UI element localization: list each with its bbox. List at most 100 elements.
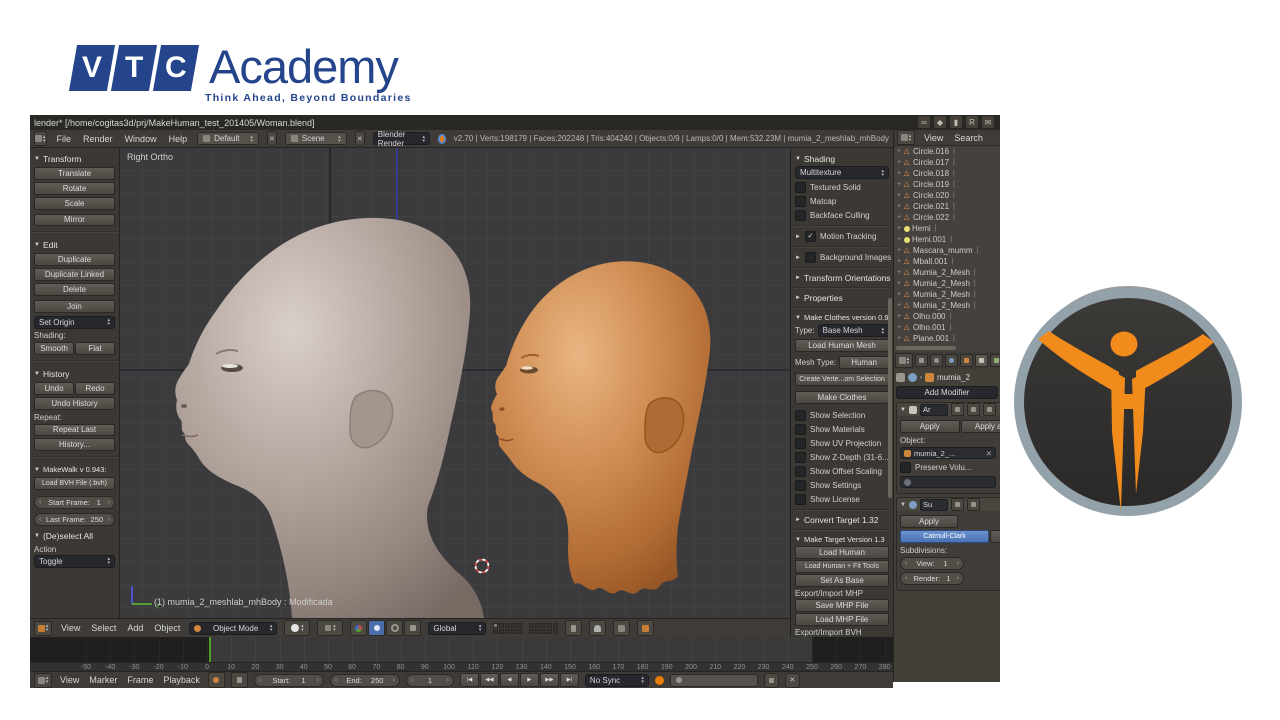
render-tab-icon[interactable] [915,354,928,367]
scene-selector[interactable]: Scene ▴▾ [285,132,347,145]
viewport-3d[interactable]: y Right Ortho (1) mumia_2_meshlab_mhBody… [120,148,790,618]
play-button[interactable]: ▶ [520,673,539,687]
timeline-menu-view[interactable]: View [58,675,81,685]
head-mesh-left[interactable] [175,218,484,618]
armature-name-field[interactable]: Ar [920,404,948,416]
expand-icon[interactable]: + [897,203,902,210]
armature-object-field[interactable]: mumia_2_... ✕ [900,447,996,459]
expand-icon[interactable]: + [897,159,902,166]
outliner-item[interactable]: +△Circle.020| [894,190,1000,201]
subsurf-render-field[interactable]: ‹Render: 1› [900,572,964,585]
expand-icon[interactable]: + [897,324,902,331]
expand-icon[interactable]: + [897,258,902,265]
viewport-canvas[interactable]: y [120,148,790,618]
expand-icon[interactable]: + [897,225,902,232]
layer-cell[interactable] [541,623,546,628]
subsurf-apply-button[interactable]: Apply [900,515,958,528]
outliner-menu-search[interactable]: Search [952,133,985,143]
catmull-clark-button[interactable]: Catmull-Clark [900,530,989,543]
subsurf-modifier-header[interactable]: ▼ Su [897,498,1000,511]
manipulator-rotate-icon[interactable] [386,620,403,636]
expand-icon[interactable]: + [897,148,902,155]
manipulator-scale-icon[interactable] [404,620,421,636]
translate-button[interactable]: Translate [34,167,115,180]
timeline-band[interactable] [30,637,893,662]
screen-layout-selector[interactable]: Default ▴▾ [197,132,259,145]
manipulator-translate-icon[interactable] [368,620,385,636]
play-reverse-button[interactable]: ◀ [500,673,519,687]
panel-makewalk[interactable]: ▼MakeWalk v 0.943: [34,465,115,474]
mode-dropdown[interactable]: Object Mode ▴▾ [189,622,277,635]
vertex-group-field[interactable] [900,476,996,488]
panel-edit[interactable]: ▼Edit [34,240,115,250]
scale-button[interactable]: Scale [34,197,115,210]
outliner-item[interactable]: +△Mumia_2_Mesh| [894,289,1000,300]
history-button[interactable]: History... [34,438,115,451]
load-mhp-button[interactable]: Load MHP File [795,613,889,626]
link-icon[interactable]: ∞ [918,116,930,128]
outliner-item[interactable]: +△Circle.019| [894,179,1000,190]
modifiers-tab-icon[interactable] [975,354,988,367]
keying-set-field[interactable] [670,674,758,687]
outliner-menu-view[interactable]: View [922,133,945,143]
package-icon[interactable]: ◆ [934,116,946,128]
armature-apply-as-button[interactable]: Apply as [961,420,1001,433]
mail-icon[interactable]: ✉ [982,116,994,128]
expand-icon[interactable]: + [897,170,902,177]
jump-to-start-button[interactable]: |◀ [460,673,479,687]
menu-help[interactable]: Help [167,134,190,144]
set-origin-dropdown[interactable]: Set Origin▴▾ [34,316,115,329]
smooth-button[interactable]: Smooth [34,342,74,355]
load-bvh-button[interactable]: Load BVH File (.bvh) [34,477,115,490]
outliner-item[interactable]: +△Circle.018| [894,168,1000,179]
layer-cell[interactable] [553,629,558,634]
record-button[interactable] [655,676,664,685]
panel-shading[interactable]: ▼Shading [795,154,889,164]
show-option[interactable]: Show Offset Scaling [795,466,889,477]
layer-cell[interactable] [493,623,498,628]
shading-option[interactable]: Backface Culling [795,210,889,221]
undo-button[interactable]: Undo [34,382,74,395]
shelf-scrollbar[interactable] [888,298,892,498]
mirror-button[interactable]: Mirror [34,214,115,227]
modifier-edit-toggle[interactable] [983,403,996,416]
menu-window[interactable]: Window [123,134,159,144]
duplicate-button[interactable]: Duplicate [34,253,115,266]
outliner-item[interactable]: +△Mball.001| [894,256,1000,267]
subsurf-name-field[interactable]: Su [920,499,948,511]
timeline-menu-frame[interactable]: Frame [125,675,155,685]
load-human-mesh-button[interactable]: Load Human Mesh [795,339,889,352]
layer-cell[interactable] [553,623,558,628]
editor-type-button[interactable]: ▴▾ [34,621,52,636]
editor-type-button[interactable]: ▴▾ [895,353,913,368]
outliner-item[interactable]: +△Circle.021| [894,201,1000,212]
outliner-item[interactable]: +△Mumia_2_Mesh| [894,267,1000,278]
panel-properties[interactable]: ►Properties [795,293,889,303]
show-option[interactable]: Show UV Projection [795,438,889,449]
timeline-menu-marker[interactable]: Marker [87,675,119,685]
expand-icon[interactable]: + [897,269,902,276]
modifier-view-toggle[interactable] [967,498,980,511]
layer-cell[interactable] [547,623,552,628]
create-vertex-group-button[interactable]: Create Verte...om Selection [795,373,889,386]
panel-transform-orientations[interactable]: ►Transform Orientations [795,273,889,283]
layer-cell[interactable] [511,623,516,628]
armature-apply-button[interactable]: Apply [900,420,960,433]
render-anim-icon[interactable] [637,620,654,636]
show-option[interactable]: Show Settings [795,480,889,491]
base-mesh-dropdown[interactable]: Base Mesh▴▾ [818,324,889,337]
load-human-button[interactable]: Load Human [795,546,889,559]
current-frame-line[interactable] [209,637,211,662]
lock-icon[interactable] [565,620,582,636]
viewport-shading-dropdown[interactable]: ▴▾ [284,620,310,636]
panel-history[interactable]: ▼History [34,369,115,379]
outliner-item[interactable]: +△Circle.016| [894,146,1000,157]
render-engine-selector[interactable]: Blender Render ▴▾ [373,132,430,145]
outliner-item[interactable]: +△Circle.022| [894,212,1000,223]
repeat-last-button[interactable]: Repeat Last [34,424,115,437]
current-frame-field[interactable]: ‹1› [406,674,454,687]
insert-keyframe-button[interactable] [764,673,779,688]
outliner-item[interactable]: +△Olho.001| [894,322,1000,333]
start-field[interactable]: ‹Start: 1› [254,674,324,687]
duplicate-linked-button[interactable]: Duplicate Linked [34,268,115,281]
